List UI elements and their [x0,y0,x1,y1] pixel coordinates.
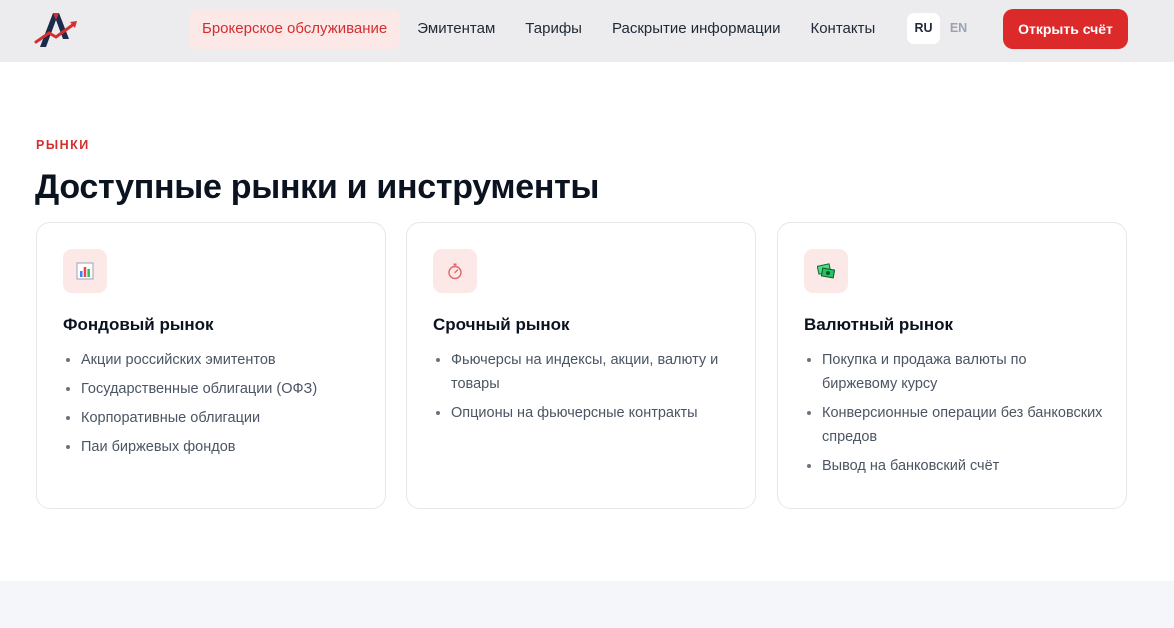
currency-exchange-icon [817,263,835,279]
card-icon-box [63,249,107,293]
stopwatch-icon [448,263,462,280]
market-card-stock: Фондовый рынок Акции российских эмитенто… [36,222,386,509]
market-card-derivatives: Срочный рынок Фьючерсы на индексы, акции… [406,222,756,509]
card-list: Покупка и продажа валюты по биржевому ку… [804,348,1104,483]
nav-item-contacts[interactable]: Контакты [797,9,888,49]
lang-ru-button[interactable]: RU [907,13,940,44]
main-nav: Брокерское обслуживание Эмитентам Тарифы… [189,9,892,49]
list-item: Паи биржевых фондов [63,435,363,459]
lang-en-button[interactable]: EN [943,13,974,44]
list-item: Фьючерсы на индексы, акции, валюту и тов… [433,348,733,396]
market-card-currency: Валютный рынок Покупка и продажа валюты … [777,222,1127,509]
nav-item-brokerage[interactable]: Брокерское обслуживание [189,9,401,49]
brand-a-logo-icon[interactable] [34,9,78,51]
open-account-button[interactable]: Открыть счёт [1003,9,1128,49]
next-section-band [0,581,1174,628]
list-item: Государственные облигации (ОФЗ) [63,377,363,401]
nav-item-tariffs[interactable]: Тарифы [512,9,595,49]
list-item: Конверсионные операции без банковских сп… [804,401,1104,449]
nav-item-disclosure[interactable]: Раскрытие информации [599,9,794,49]
list-item: Корпоративные облигации [63,406,363,430]
nav-item-issuers[interactable]: Эмитентам [404,9,508,49]
section-eyebrow: РЫНКИ [36,138,90,152]
card-list: Акции российских эмитентов Государственн… [63,348,363,464]
card-icon-box [433,249,477,293]
list-item: Покупка и продажа валюты по биржевому ку… [804,348,1104,396]
list-item: Вывод на банковский счёт [804,454,1104,478]
section-title: Доступные рынки и инструменты [35,168,600,206]
card-title: Фондовый рынок [63,315,214,334]
site-header: Брокерское обслуживание Эмитентам Тарифы… [0,0,1174,62]
list-item: Акции российских эмитентов [63,348,363,372]
bar-chart-icon [76,262,94,280]
card-list: Фьючерсы на индексы, акции, валюту и тов… [433,348,733,430]
card-icon-box [804,249,848,293]
card-title: Валютный рынок [804,315,953,334]
list-item: Опционы на фьючерсные контракты [433,401,733,425]
card-title: Срочный рынок [433,315,570,334]
